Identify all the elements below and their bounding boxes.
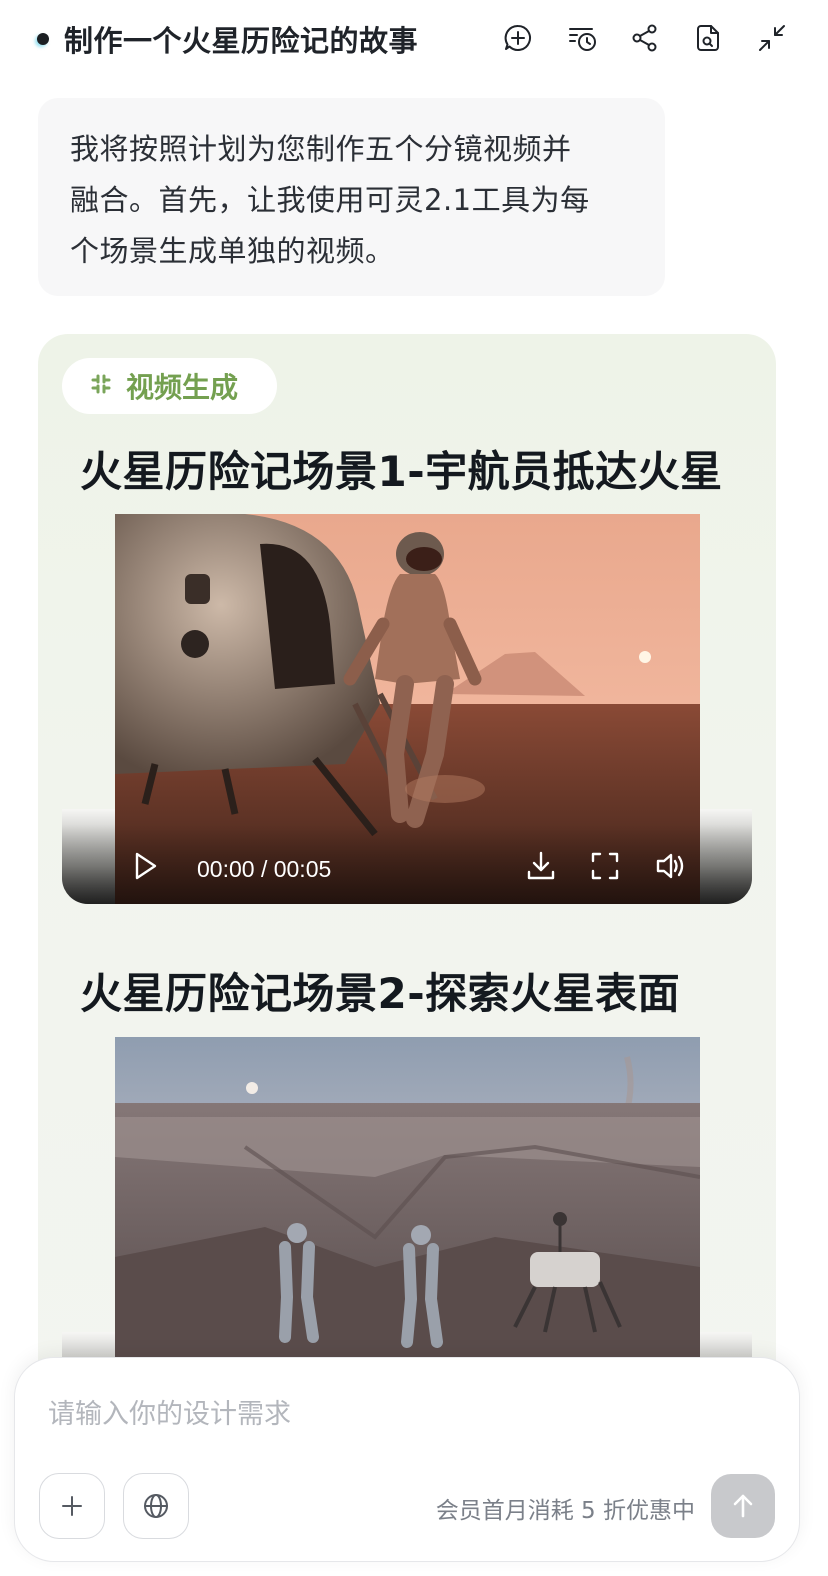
assistant-message: 我将按照计划为您制作五个分镜视频并 融合。首先，让我使用可灵2.1工具为每 个场…	[38, 98, 665, 296]
video-controls: 00:00 / 00:05	[62, 824, 752, 904]
web-search-button[interactable]	[123, 1473, 189, 1539]
promo-text: 会员首月消耗 5 折优惠中	[435, 1498, 695, 1524]
plus-icon	[62, 1496, 82, 1516]
download-icon[interactable]	[521, 846, 561, 886]
page-title: 制作一个火星历险记的故事	[64, 24, 419, 58]
globe-icon	[144, 1494, 168, 1518]
collapse-icon[interactable]	[754, 20, 790, 56]
send-arrow-icon	[733, 1494, 753, 1518]
add-chat-icon[interactable]	[500, 20, 536, 56]
header: 制作一个火星历险记的故事	[0, 0, 828, 78]
video-time: 00:00 / 00:05	[197, 856, 332, 882]
fullscreen-icon[interactable]	[585, 846, 625, 886]
history-icon[interactable]	[564, 20, 600, 56]
message-line: 个场景生成单独的视频。	[70, 234, 395, 268]
add-attachment-button[interactable]	[39, 1473, 105, 1539]
message-line: 我将按照计划为您制作五个分镜视频并	[70, 132, 572, 166]
design-request-input[interactable]	[48, 1394, 748, 1434]
play-icon[interactable]	[124, 846, 164, 886]
volume-icon[interactable]	[651, 846, 691, 886]
scene-title: 火星历险记场景2-探索火星表面	[80, 969, 681, 1018]
message-line: 融合。首先，让我使用可灵2.1工具为每	[70, 183, 590, 217]
video-generate-icon	[88, 371, 114, 401]
file-search-icon[interactable]	[690, 20, 726, 56]
video-tool-card: 视频生成 火星历险记场景1-宇航员抵达火星 00:00 / 00:05 火星历险…	[38, 334, 776, 1434]
send-button[interactable]	[711, 1474, 775, 1538]
status-dot	[37, 33, 49, 45]
tool-tag-label: 视频生成	[126, 371, 239, 404]
composer: 会员首月消耗 5 折优惠中	[14, 1357, 800, 1562]
video-player[interactable]: 00:00 / 00:05	[62, 514, 752, 904]
scene-title: 火星历险记场景1-宇航员抵达火星	[80, 447, 723, 496]
share-icon[interactable]	[627, 20, 663, 56]
chat-page: 制作一个火星历险记的故事 我将按照计划为您制作五个分镜视频并 融合。首先，让我使…	[0, 0, 828, 1576]
tool-tag: 视频生成	[62, 358, 277, 414]
